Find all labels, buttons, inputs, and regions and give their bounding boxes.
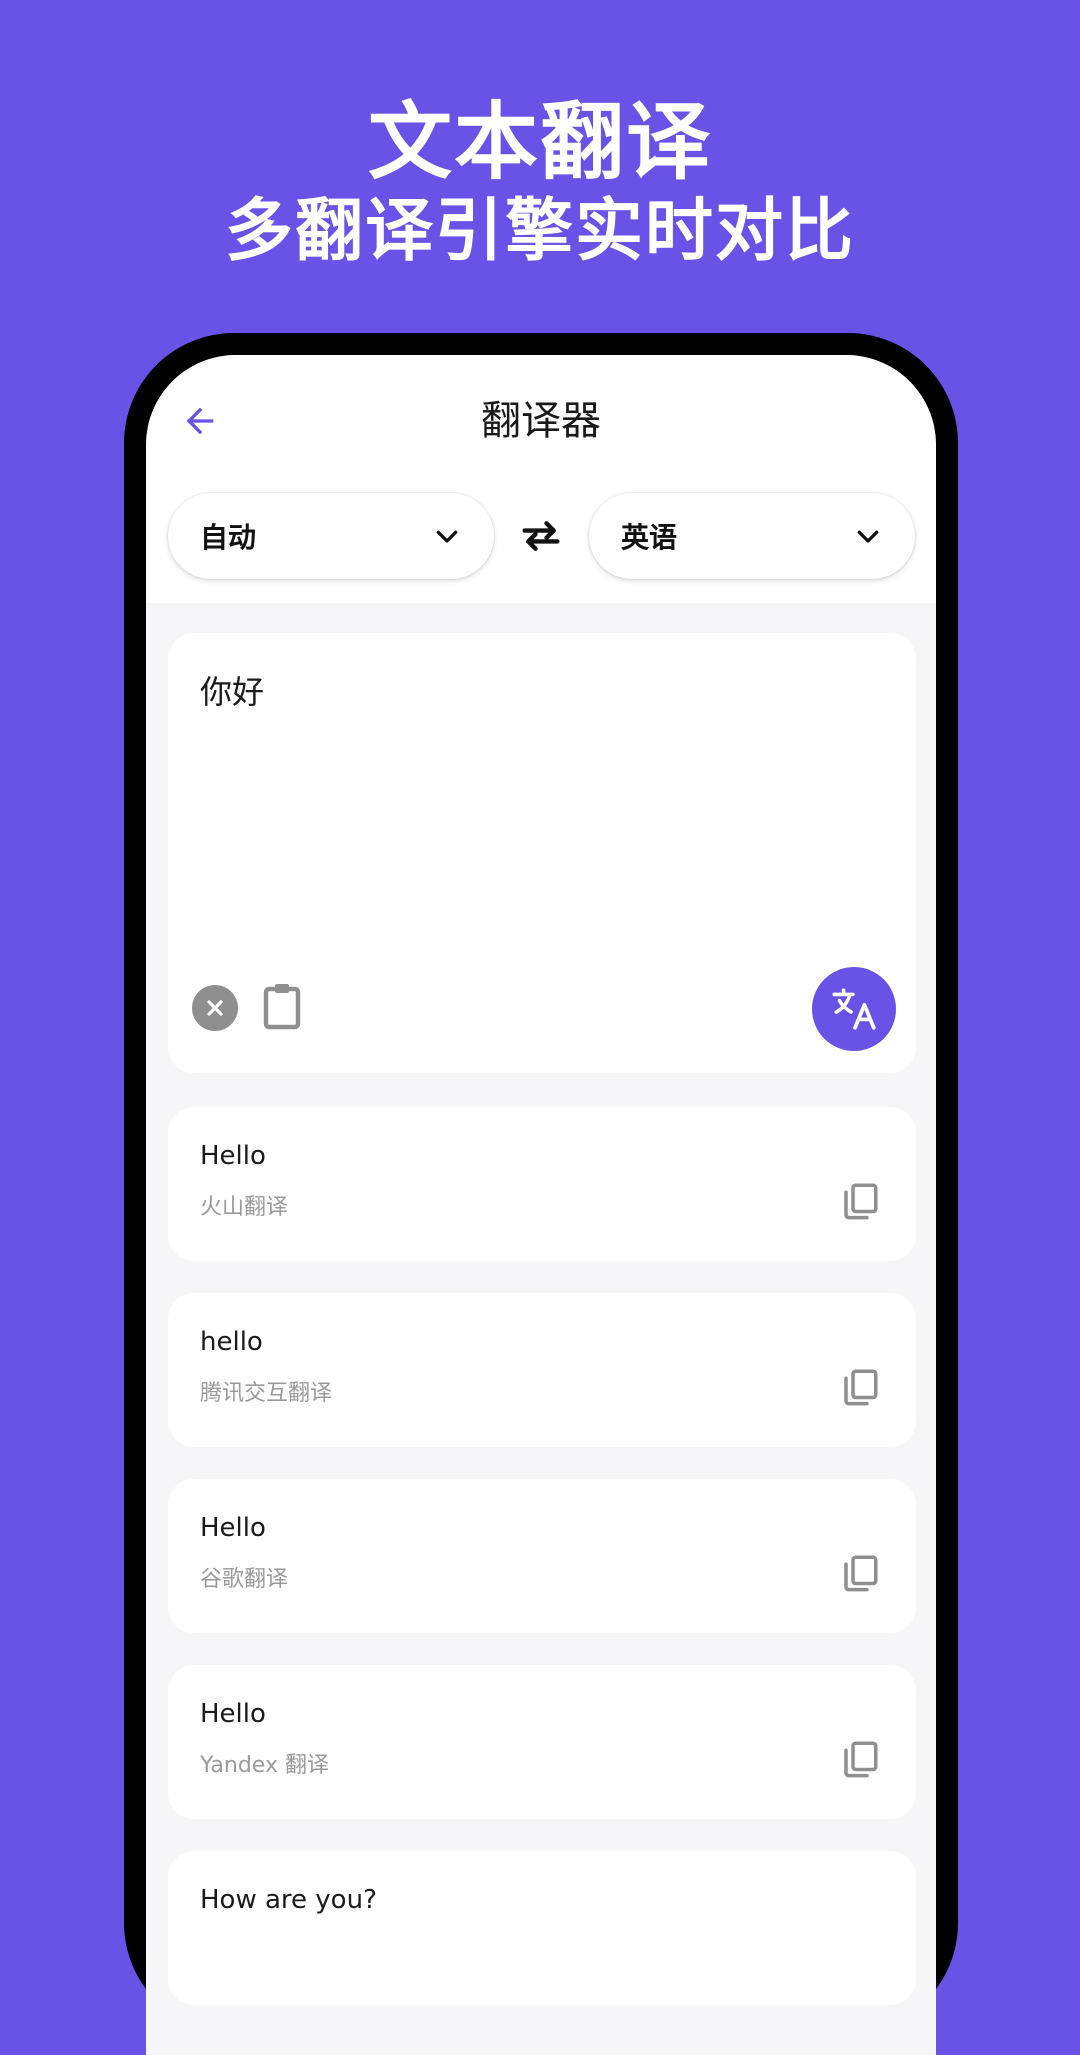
swap-arrows-icon: [522, 521, 560, 551]
promo-title: 文本翻译: [367, 93, 712, 191]
translation-text: Hello: [200, 1513, 266, 1543]
chevron-down-icon: [853, 521, 883, 551]
translation-text: How are you?: [200, 1885, 377, 1915]
translation-engine-label: Yandex 翻译: [200, 1753, 329, 1778]
translation-result-card: Hello 火山翻译: [168, 1107, 916, 1261]
swap-languages-button[interactable]: [511, 510, 571, 562]
source-text-input[interactable]: 你好: [200, 667, 264, 713]
clear-circle-icon: [207, 1000, 223, 1016]
promo-subtitle: 多翻译引擎实时对比: [224, 192, 855, 271]
translation-text: hello: [200, 1327, 263, 1357]
translation-engine-label: 腾讯交互翻译: [200, 1381, 333, 1406]
phone-frame: 翻译器 自动 英语 你好 Hello 火山翻译 hello 腾讯交互翻译 Hel…: [124, 333, 958, 2055]
translation-result-card: How are you?: [168, 1851, 916, 2005]
source-input-card[interactable]: 你好: [168, 633, 916, 1073]
copy-button[interactable]: [838, 1179, 882, 1223]
copy-icon: [844, 1183, 878, 1220]
copy-button[interactable]: [838, 1737, 882, 1781]
chevron-down-icon: [432, 521, 462, 551]
copy-icon: [844, 1555, 878, 1592]
clipboard-icon: [263, 984, 301, 1030]
clear-button[interactable]: [192, 985, 238, 1031]
copy-button[interactable]: [838, 1551, 882, 1595]
target-language-select[interactable]: 英语: [589, 493, 915, 579]
translate-icon: [832, 988, 876, 1030]
promo-banner: 文本翻译 多翻译引擎实时对比: [0, 0, 1080, 290]
translation-engine-label: 谷歌翻译: [200, 1567, 289, 1592]
paste-button[interactable]: [260, 979, 304, 1033]
translation-engine-label: 火山翻译: [200, 1195, 289, 1220]
translation-result-card: Hello Yandex 翻译: [168, 1665, 916, 1819]
translation-text: Hello: [200, 1699, 266, 1729]
translation-result-card: hello 腾讯交互翻译: [168, 1293, 916, 1447]
copy-icon: [844, 1369, 878, 1406]
app-screen: 翻译器 自动 英语 你好 Hello 火山翻译 hello 腾讯交互翻译 Hel…: [146, 355, 936, 2055]
copy-icon: [844, 1741, 878, 1778]
translation-text: Hello: [200, 1141, 266, 1171]
source-language-select[interactable]: 自动: [168, 493, 494, 579]
translate-button[interactable]: [812, 967, 896, 1051]
source-language-label: 自动: [200, 521, 257, 554]
top-bar: 翻译器 自动 英语: [146, 355, 936, 603]
page-title: 翻译器: [481, 398, 601, 444]
copy-button[interactable]: [838, 1365, 882, 1409]
translation-result-card: Hello 谷歌翻译: [168, 1479, 916, 1633]
target-language-label: 英语: [621, 521, 678, 554]
